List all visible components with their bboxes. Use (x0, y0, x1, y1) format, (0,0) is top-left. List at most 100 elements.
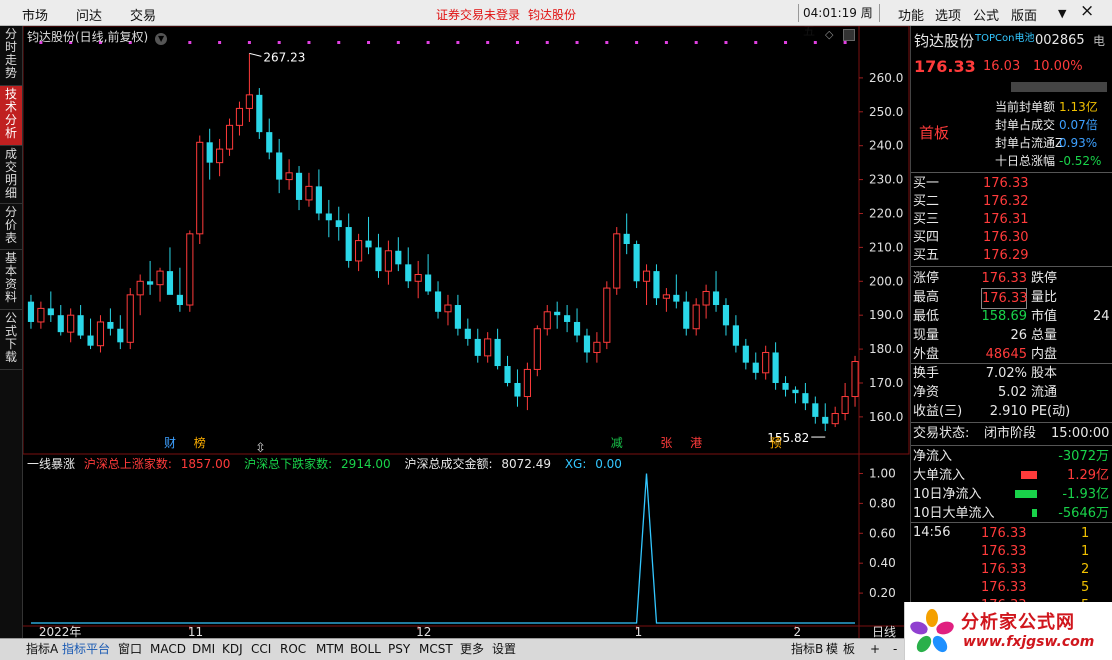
candle[interactable] (514, 369, 521, 407)
bid-row[interactable]: 买一 176.33 (911, 175, 1112, 193)
candle[interactable] (702, 284, 710, 319)
menu-formula[interactable]: 公式 (973, 5, 999, 24)
candle[interactable] (474, 328, 481, 363)
candle[interactable] (196, 135, 204, 244)
tab-psy[interactable]: PSY (388, 641, 410, 658)
candle[interactable] (256, 88, 263, 139)
candle[interactable] (543, 305, 551, 336)
candle[interactable] (365, 216, 372, 255)
candle[interactable] (147, 260, 154, 295)
candle[interactable] (57, 305, 64, 336)
tab-price-dist[interactable]: 分价表 (0, 204, 22, 250)
candle[interactable] (315, 169, 322, 221)
candle[interactable] (573, 308, 581, 343)
candle[interactable] (126, 288, 134, 350)
candle[interactable] (792, 386, 799, 404)
candle[interactable] (276, 138, 283, 194)
candle[interactable] (77, 305, 84, 339)
tab-intraday[interactable]: 分时走势 (0, 26, 22, 86)
candle[interactable] (434, 281, 442, 319)
candle[interactable] (533, 325, 541, 377)
tab-formula-download[interactable]: 公式下载 (0, 310, 22, 370)
candle[interactable] (225, 118, 234, 156)
candle[interactable] (484, 332, 492, 363)
stock-link[interactable]: 钧达股份 (528, 6, 576, 23)
tab-cci[interactable]: CCI (251, 641, 271, 658)
candle[interactable] (673, 274, 680, 309)
candle[interactable] (176, 267, 183, 312)
menu-layout[interactable]: 版面 (1011, 5, 1037, 24)
tab-profile[interactable]: 基本资料 (0, 250, 22, 310)
candle[interactable] (235, 101, 244, 136)
tab-mcst[interactable]: MCST (419, 641, 453, 658)
tab-窗口[interactable]: 窗口 (118, 641, 142, 658)
menu-options[interactable]: 选项 (935, 5, 961, 24)
candle[interactable] (67, 308, 75, 343)
candle[interactable] (305, 172, 313, 207)
candle[interactable] (822, 403, 829, 432)
tab-mtm[interactable]: MTM (316, 641, 344, 658)
menu-trade[interactable]: 交易 (130, 5, 156, 24)
candle[interactable] (107, 308, 114, 336)
zoom-out-button[interactable]: - (893, 641, 897, 658)
tab-macd[interactable]: MACD (150, 641, 186, 658)
candle[interactable] (186, 230, 194, 312)
candle[interactable] (653, 264, 660, 306)
candle[interactable] (554, 301, 561, 329)
candle[interactable] (722, 298, 730, 336)
menu-function[interactable]: 功能 (898, 5, 924, 24)
candle[interactable] (841, 382, 849, 421)
event-tag[interactable]: 预 (770, 436, 782, 450)
chevron-down-icon[interactable]: ▼ (155, 33, 168, 45)
candle[interactable] (782, 376, 789, 397)
candle[interactable] (523, 362, 531, 411)
bid-row[interactable]: 买二 176.32 (911, 193, 1112, 211)
candle[interactable] (802, 382, 809, 411)
bid-row[interactable]: 买三 176.31 (911, 211, 1112, 229)
candle[interactable] (851, 355, 859, 407)
candle[interactable] (335, 206, 342, 241)
candle[interactable] (266, 118, 273, 160)
bid-row[interactable]: 买五 176.29 (911, 247, 1112, 265)
menu-collapse-icon[interactable]: ▼ (1058, 7, 1066, 20)
candle[interactable] (633, 240, 640, 289)
candle[interactable] (375, 233, 382, 278)
xg-series-line[interactable] (31, 473, 855, 624)
candle[interactable] (603, 281, 611, 350)
event-tag[interactable]: 减 (611, 436, 623, 450)
candle[interactable] (593, 332, 601, 363)
candle[interactable] (384, 240, 392, 285)
zoom-in-button[interactable]: + (870, 641, 880, 658)
concept-tag[interactable]: TOPCon电池 (975, 30, 1034, 48)
candle[interactable] (642, 264, 651, 306)
diamond-icon[interactable]: ◇ (825, 28, 833, 41)
period-label[interactable]: 日线 (872, 625, 896, 638)
candle[interactable] (692, 298, 700, 336)
tab-更多[interactable]: 更多 (460, 641, 484, 658)
tab-technical[interactable]: 技术分析 (0, 86, 22, 146)
candle[interactable] (504, 355, 511, 387)
candle[interactable] (285, 159, 293, 190)
candle[interactable] (742, 338, 749, 370)
candle[interactable] (47, 291, 54, 322)
event-tag[interactable]: 财 (164, 436, 176, 450)
candle[interactable] (583, 328, 591, 363)
tab-指标平台[interactable]: 指标平台 (62, 641, 110, 658)
candle[interactable] (206, 128, 213, 180)
candle[interactable] (117, 315, 124, 350)
candle[interactable] (752, 352, 759, 380)
tab-roc[interactable]: ROC (280, 641, 306, 658)
event-tag[interactable]: 港 (690, 436, 702, 450)
candle[interactable] (425, 254, 432, 295)
candle[interactable] (96, 315, 105, 353)
candle[interactable] (27, 294, 35, 329)
candle[interactable] (414, 260, 422, 299)
candle[interactable] (156, 267, 164, 302)
candle[interactable] (683, 291, 690, 336)
candle[interactable] (494, 328, 501, 370)
tab-board[interactable]: 板 (843, 641, 855, 658)
candle[interactable] (444, 294, 452, 326)
tab-indicator-b[interactable]: 指标B (791, 641, 823, 658)
candle[interactable] (355, 233, 363, 272)
chart-options-icon[interactable] (843, 29, 855, 41)
